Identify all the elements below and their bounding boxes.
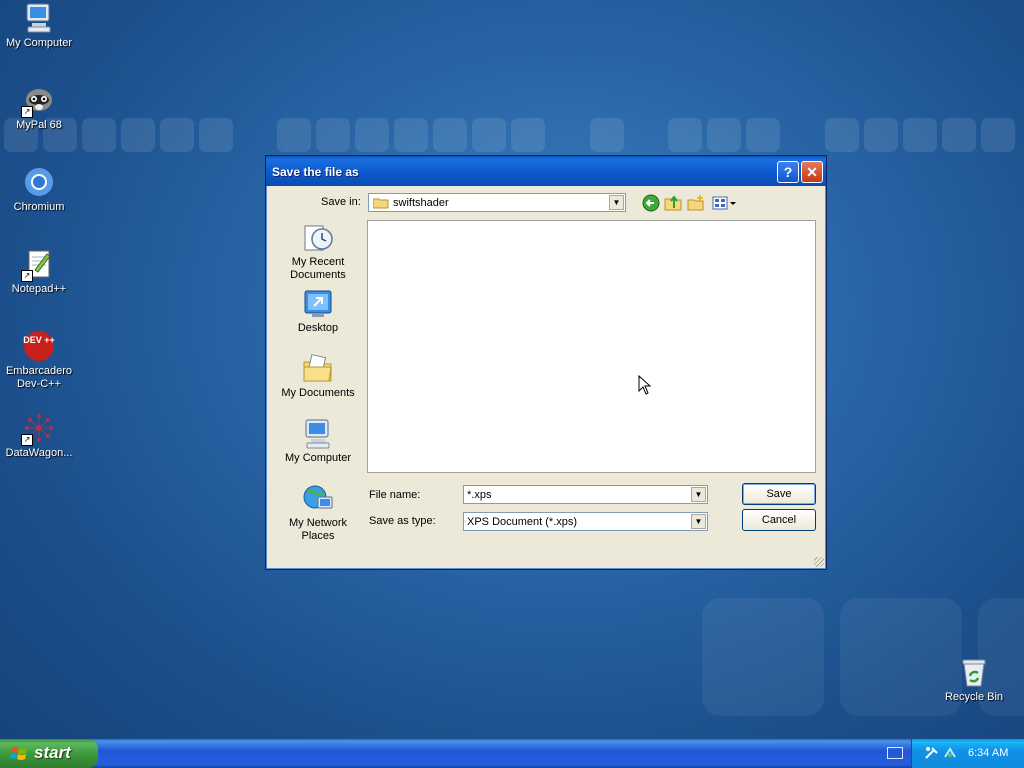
shortcut-arrow-icon: ↗ — [21, 434, 33, 446]
back-button[interactable] — [642, 194, 660, 212]
up-folder-icon — [664, 195, 682, 211]
recent-documents-icon — [302, 222, 334, 254]
my-computer-icon — [302, 418, 334, 450]
desktop-icon-label: DataWagon... — [5, 447, 73, 459]
desktop-icon-datawagon[interactable]: ↗ DataWagon... — [0, 412, 78, 460]
devcpp-icon: DEV ++ — [23, 330, 55, 362]
close-button[interactable]: ✕ — [801, 161, 823, 183]
notepadpp-icon: ↗ — [21, 248, 55, 282]
start-label: start — [34, 743, 71, 762]
file-name-label: File name: — [369, 489, 421, 501]
desktop-icon-recycle-bin[interactable]: Recycle Bin — [935, 656, 1013, 704]
place-label: My Recent Documents — [290, 256, 346, 281]
save-as-type-dropdown[interactable]: XPS Document (*.xps) ▼ — [463, 512, 708, 531]
desktop-icon-chromium[interactable]: Chromium — [0, 166, 78, 214]
place-my-computer[interactable]: My Computer — [276, 418, 360, 465]
system-tray: 6:34 AM — [911, 739, 1024, 768]
chevron-down-icon[interactable]: ▼ — [691, 514, 706, 529]
save-as-type-label: Save as type: — [369, 515, 436, 527]
place-label: My Computer — [284, 452, 352, 464]
place-my-documents[interactable]: My Documents — [276, 353, 360, 400]
back-arrow-icon — [642, 194, 660, 212]
devcpp-badge: DEV ++ — [23, 335, 55, 345]
shortcut-arrow-icon: ↗ — [21, 106, 33, 118]
start-button[interactable]: start — [0, 739, 98, 768]
dialog-title: Save the file as — [272, 165, 359, 179]
desktop-icon-notepadpp[interactable]: ↗ Notepad++ — [0, 248, 78, 296]
file-list-view[interactable] — [367, 220, 816, 473]
place-label: My Network Places — [288, 517, 348, 542]
cancel-button[interactable]: Cancel — [742, 509, 816, 531]
place-desktop[interactable]: Desktop — [276, 288, 360, 335]
keyboard-icon[interactable] — [887, 747, 903, 759]
my-computer-icon — [23, 2, 55, 34]
view-menu-icon — [712, 196, 736, 210]
resize-grip[interactable] — [814, 557, 824, 567]
desktop-icon-label: Embarcadero Dev-C++ — [5, 365, 73, 390]
save-in-label: Save in: — [321, 196, 361, 208]
desktop-icon-label: MyPal 68 — [16, 119, 62, 131]
chromium-icon — [23, 166, 55, 198]
place-label: My Documents — [281, 387, 355, 399]
save-in-dropdown[interactable]: swiftshader ▼ — [368, 193, 626, 212]
desktop-icon — [302, 288, 334, 320]
chevron-down-icon[interactable]: ▼ — [691, 487, 706, 502]
file-name-value: *.xps — [467, 489, 492, 501]
desktop-icon-label: Notepad++ — [11, 283, 67, 295]
recycle-bin-icon — [958, 656, 990, 688]
save-button[interactable]: Save — [742, 483, 816, 505]
place-my-network-places[interactable]: My Network Places — [276, 483, 360, 543]
desktop-icon-mypal[interactable]: ↗ MyPal 68 — [0, 84, 78, 132]
view-menu-button[interactable] — [712, 194, 738, 212]
my-documents-icon — [302, 353, 334, 385]
taskbar: start 6:34 AM — [0, 739, 1024, 768]
clock[interactable]: 6:34 AM — [968, 747, 1008, 759]
desktop-icon-label: Chromium — [13, 201, 65, 213]
help-button[interactable]: ? — [777, 161, 799, 183]
folder-icon — [372, 197, 389, 209]
up-folder-button[interactable] — [664, 194, 682, 212]
file-name-combo[interactable]: *.xps ▼ — [463, 485, 708, 504]
place-my-recent-documents[interactable]: My Recent Documents — [276, 222, 360, 282]
datawagon-icon: ↗ — [21, 412, 55, 446]
desktop-icon-label: My Computer — [5, 37, 73, 49]
tray-tool-icon[interactable] — [924, 745, 940, 764]
dialog-title-bar[interactable]: Save the file as ? ✕ — [266, 156, 826, 186]
desktop-icon-label: Recycle Bin — [944, 691, 1004, 703]
windows-logo-icon — [10, 745, 28, 761]
desktop-icon-devcpp[interactable]: DEV ++ Embarcadero Dev-C++ — [0, 330, 78, 391]
shortcut-arrow-icon: ↗ — [21, 270, 33, 282]
network-places-icon — [302, 483, 334, 515]
new-folder-icon — [687, 195, 704, 211]
new-folder-button[interactable] — [687, 194, 705, 212]
chevron-down-icon[interactable]: ▼ — [609, 195, 624, 210]
mypal-icon: ↗ — [21, 84, 55, 118]
save-as-type-value: XPS Document (*.xps) — [467, 516, 578, 528]
tray-network-icon[interactable] — [942, 745, 958, 764]
place-label: Desktop — [297, 322, 339, 334]
mouse-cursor-icon — [638, 374, 652, 398]
desktop-icon-my-computer[interactable]: My Computer — [0, 2, 78, 50]
save-file-dialog: Save the file as ? ✕ Save in: swiftshade… — [265, 155, 827, 570]
save-in-value: swiftshader — [393, 197, 449, 209]
